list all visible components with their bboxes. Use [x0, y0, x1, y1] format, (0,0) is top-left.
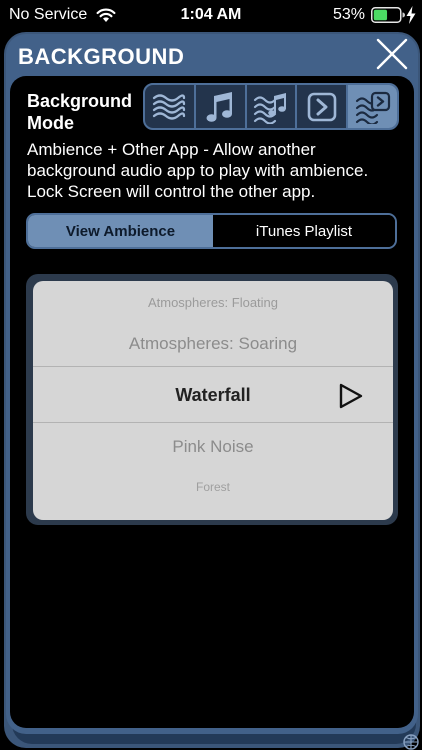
view-toggle: View Ambience iTunes Playlist	[26, 213, 397, 249]
mode-option-music[interactable]	[196, 85, 247, 128]
waves-music-icon	[253, 92, 286, 124]
mode-label-line1: Background	[27, 91, 133, 111]
mode-label-line2: Mode	[27, 113, 74, 133]
panel-title: BACKGROUND	[18, 44, 185, 69]
mode-description-line: Lock Screen will control the other app.	[27, 182, 316, 201]
mode-description-line: Ambience + Other App - Allow another	[27, 140, 316, 159]
status-bar: No Service 1:04 AM 53%	[0, 0, 422, 30]
battery-percent: 53%	[332, 6, 365, 23]
mode-description: Ambience + Other App - Allow another bac…	[27, 139, 407, 202]
background-mode-selector	[143, 83, 399, 130]
picker-row[interactable]: Forest	[33, 480, 393, 494]
waves-app-icon	[355, 91, 390, 124]
mode-option-ambience-other-app[interactable]	[348, 85, 397, 128]
background-mode-label: Background Mode	[27, 90, 147, 134]
mode-option-ambience[interactable]	[145, 85, 196, 128]
mode-option-ambience-music[interactable]	[247, 85, 298, 128]
picker-row[interactable]: Pink Noise	[33, 437, 393, 457]
music-note-icon	[206, 91, 233, 122]
globe-icon	[403, 734, 419, 750]
play-icon[interactable]	[338, 382, 364, 410]
close-icon[interactable]	[375, 37, 409, 71]
mode-option-other-app[interactable]	[297, 85, 349, 128]
ambience-picker[interactable]: ▔▔▔▔▔▔▔▔▔▔▔ Atmospheres: Floating Atmosp…	[33, 281, 393, 520]
charging-bolt-icon	[406, 6, 416, 24]
picker-row-selected[interactable]: Waterfall	[33, 366, 393, 423]
itunes-playlist-tab[interactable]: iTunes Playlist	[213, 215, 395, 247]
waves-icon	[153, 93, 186, 120]
view-ambience-tab[interactable]: View Ambience	[28, 215, 213, 247]
mode-description-line: background audio app to play with ambien…	[27, 161, 369, 180]
battery-icon	[371, 7, 405, 23]
picker-row[interactable]: Atmospheres: Soaring	[33, 334, 393, 354]
picker-row[interactable]: Atmospheres: Floating	[33, 295, 393, 310]
picker-row-partial: ▔▔▔▔▔▔▔▔▔▔▔	[158, 281, 268, 287]
app-chevron-icon	[307, 92, 337, 121]
